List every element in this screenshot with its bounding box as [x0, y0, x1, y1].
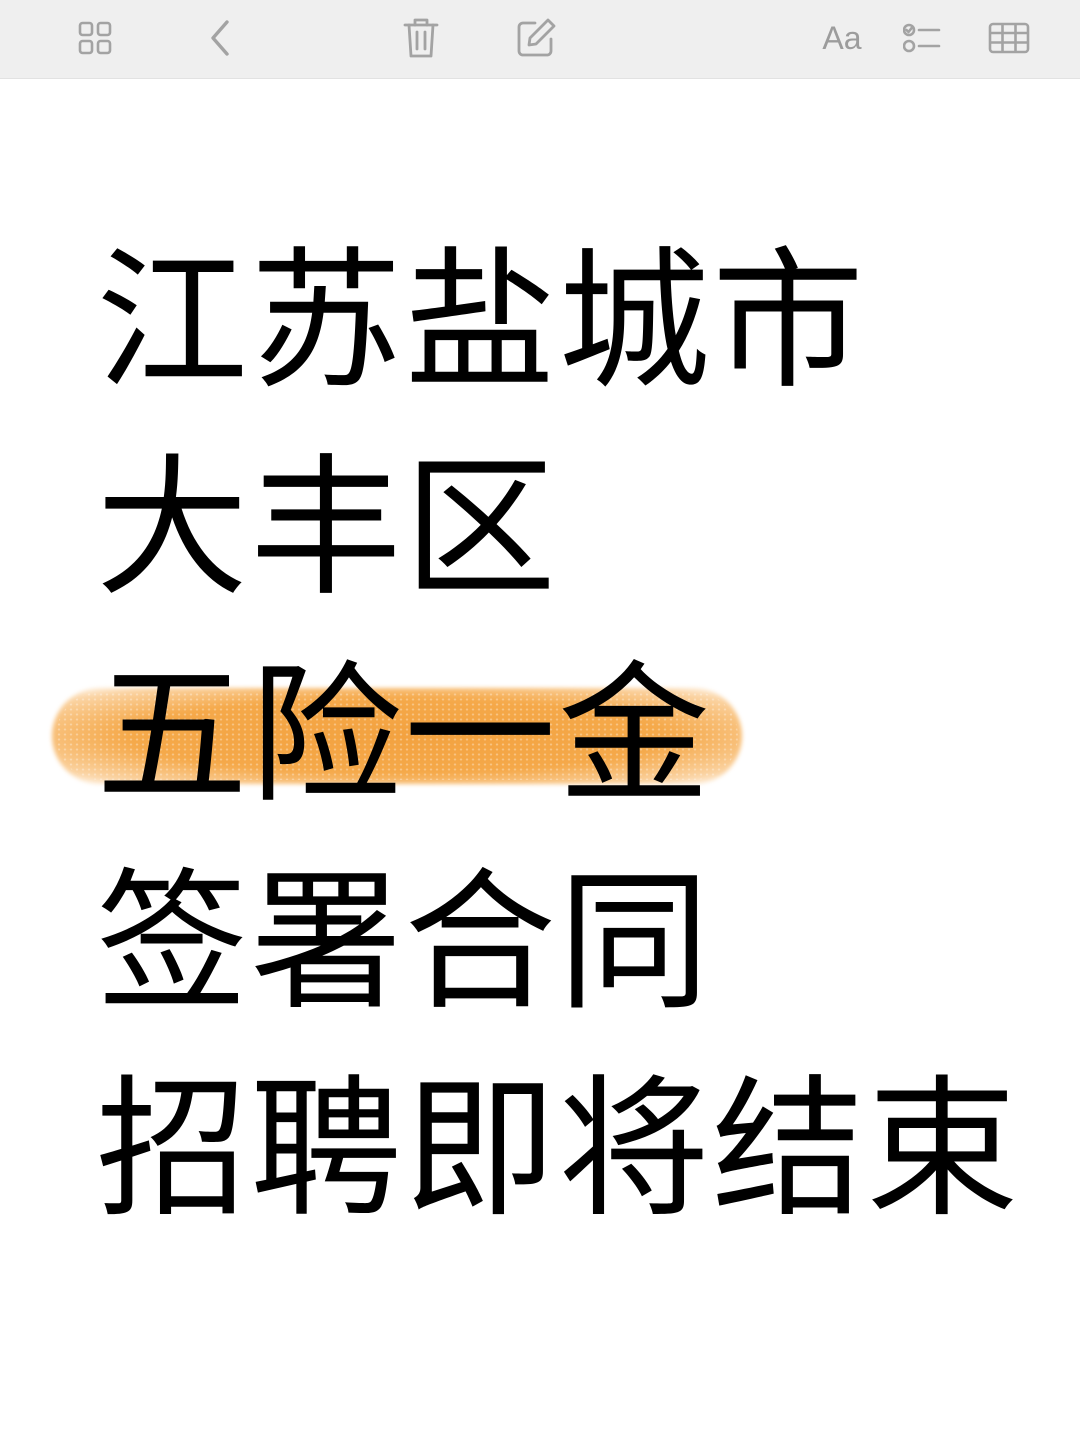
note-line: 招聘即将结束 [96, 1046, 1056, 1253]
table-button[interactable] [981, 10, 1037, 66]
note-line-text: 五险一金 [96, 647, 712, 824]
note-line-text: 江苏盐城市 [96, 233, 866, 410]
note-line-highlighted: 五险一金 [96, 632, 1056, 839]
trash-icon [403, 18, 439, 58]
note-line: 大丰区 [96, 425, 1056, 632]
note-line: 签署合同 [96, 839, 1056, 1046]
note-body[interactable]: 江苏盐城市 大丰区 五险一金 签署合同 招聘即将结束 [52, 218, 1056, 1253]
chevron-left-icon [211, 20, 229, 56]
back-button[interactable] [192, 10, 248, 66]
checklist-icon [903, 23, 941, 53]
note-line-text: 招聘即将结束 [96, 1061, 1020, 1238]
delete-button[interactable] [393, 10, 449, 66]
gallery-view-button[interactable] [67, 10, 123, 66]
grid-icon [78, 21, 112, 55]
note-line: 江苏盐城市 [96, 218, 1056, 425]
text-format-icon: Aa [822, 19, 862, 56]
table-icon [988, 22, 1030, 54]
format-button[interactable]: Aa [814, 10, 870, 66]
toolbar: Aa [0, 0, 1080, 79]
checklist-button[interactable] [894, 10, 950, 66]
note-line-text: 签署合同 [96, 854, 712, 1031]
compose-button[interactable] [508, 10, 564, 66]
compose-icon [517, 18, 556, 57]
note-line-text: 大丰区 [96, 440, 558, 617]
